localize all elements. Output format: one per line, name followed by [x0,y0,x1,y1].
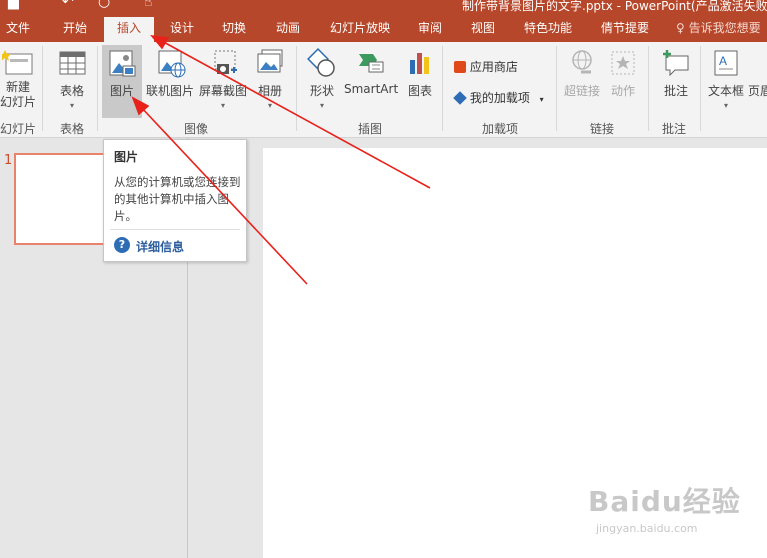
photo-album-icon [257,49,283,73]
textbox-button[interactable]: A 文本框 ▾ [706,48,746,110]
shapes-icon [307,48,335,77]
title-bar: ▆ ↶ ○ ☝ 制作带背景图片的文字.pptx - PowerPoint(产品激… [0,0,767,14]
tab-design[interactable]: 设计 [170,14,194,42]
dropdown-caret-icon: ▾ [220,101,225,110]
tab-features[interactable]: 特色功能 [524,14,572,42]
group-label-illustrations: 插图 [358,122,383,136]
tab-insert[interactable]: 插入 [104,14,154,42]
picture-icon [109,50,136,77]
hyperlink-icon [572,50,592,74]
smartart-icon [359,54,384,73]
group-label-addins: 加载项 [482,122,519,136]
table-icon [59,51,86,75]
group-separator [648,46,649,131]
tab-view[interactable]: 视图 [471,14,495,42]
smartart-button[interactable]: SmartArt [344,48,398,96]
ribbon-tabs: 文件 开始 插入 设计 切换 动画 幻灯片放映 审阅 视图 特色功能 倩节提要 … [0,14,767,42]
tooltip-description: 从您的计算机或您连接到的其他计算机中插入图片。 [114,175,241,223]
picture-tooltip: 图片 从您的计算机或您连接到的其他计算机中插入图片。 ? 详细信息 [103,139,247,262]
online-picture-button[interactable]: 联机图片 [146,48,194,99]
picture-button[interactable]: 图片 [102,45,142,118]
comment-icon [663,50,689,77]
tab-storyboard[interactable]: 倩节提要 [601,14,649,42]
watermark-url: jingyan.baidu.com [596,522,698,535]
tell-me-text: 告诉我您想要 [688,21,761,35]
slide-number: 1 [4,153,13,168]
online-picture-icon [158,50,186,78]
dropdown-caret-icon: ▾ [723,101,728,110]
dropdown-caret-icon: ▾ [319,101,324,110]
watermark-logo-text: Baidu经验 [588,485,741,518]
save-icon[interactable]: ▆ [8,0,19,10]
dropdown-caret-icon: ▾ [539,95,544,104]
ribbon-insert: 新建 幻灯片 表格 ▾ 图片 联机图片 屏幕截图 ▾ 相册 ▾ 图像 形状 ▾ … [0,42,767,138]
tab-transitions[interactable]: 切换 [222,14,246,42]
my-addins-icon [453,91,467,105]
chart-icon [410,53,429,74]
group-label-slides: 幻灯片 [0,122,37,136]
action-button[interactable]: 动作 [606,48,640,99]
action-star-icon [611,51,635,75]
slide-thumbnail[interactable] [14,153,114,245]
group-separator [700,46,701,131]
tab-review[interactable]: 审阅 [418,14,442,42]
group-separator [442,46,443,131]
touch-mode-icon[interactable]: ☝ [144,0,153,10]
screenshot-icon [214,50,237,74]
store-icon [454,61,466,73]
my-addins-button[interactable]: 我的加载项 ▾ [453,89,544,106]
screenshot-button[interactable]: 屏幕截图 ▾ [198,48,248,110]
svg-text:A: A [719,54,727,68]
tooltip-divider [110,229,240,230]
tooltip-title: 图片 [114,150,139,164]
window-title: 制作带背景图片的文字.pptx - PowerPoint(产品激活失败) [462,0,767,13]
photo-album-button[interactable]: 相册 ▾ [252,48,288,110]
lightbulb-icon: ♀ [676,21,685,35]
help-icon: ? [114,237,130,253]
group-label-tables: 表格 [60,122,85,136]
baidu-watermark: Baidu经验 jingyan.baidu.com [588,480,741,535]
hyperlink-button[interactable]: 超链接 [562,48,602,99]
redo-icon[interactable]: ○ [98,0,110,10]
chart-button[interactable]: 图表 [404,48,436,99]
new-slide-label: 新建 幻灯片 [0,80,37,109]
comment-button[interactable]: 批注 [658,48,694,99]
tell-me-box[interactable]: ♀ 告诉我您想要 [676,14,761,42]
tab-slideshow[interactable]: 幻灯片放映 [330,14,390,42]
tab-animations[interactable]: 动画 [276,14,300,42]
textbox-icon: A [714,50,738,76]
group-separator [296,46,297,131]
tab-home[interactable]: 开始 [63,14,87,42]
store-button[interactable]: 应用商店 [454,58,518,75]
header-footer-button[interactable]: 页眉 [748,48,767,99]
group-separator [97,46,98,131]
undo-icon[interactable]: ↶ [62,0,74,10]
group-label-comments: 批注 [662,122,687,136]
group-label-images: 图像 [184,122,209,136]
group-separator [42,46,43,131]
new-slide-icon [2,50,33,75]
dropdown-caret-icon: ▾ [267,101,272,110]
header-footer-icon [748,48,767,78]
dropdown-caret-icon: ▾ [69,101,74,110]
new-slide-button[interactable]: 新建 幻灯片 [0,48,36,110]
shapes-button[interactable]: 形状 ▾ [304,48,340,110]
group-separator [556,46,557,131]
tab-file[interactable]: 文件 [6,14,30,42]
table-button[interactable]: 表格 ▾ [54,48,90,110]
tooltip-more-info-link[interactable]: 详细信息 [136,238,184,255]
group-label-links: 链接 [590,122,615,136]
